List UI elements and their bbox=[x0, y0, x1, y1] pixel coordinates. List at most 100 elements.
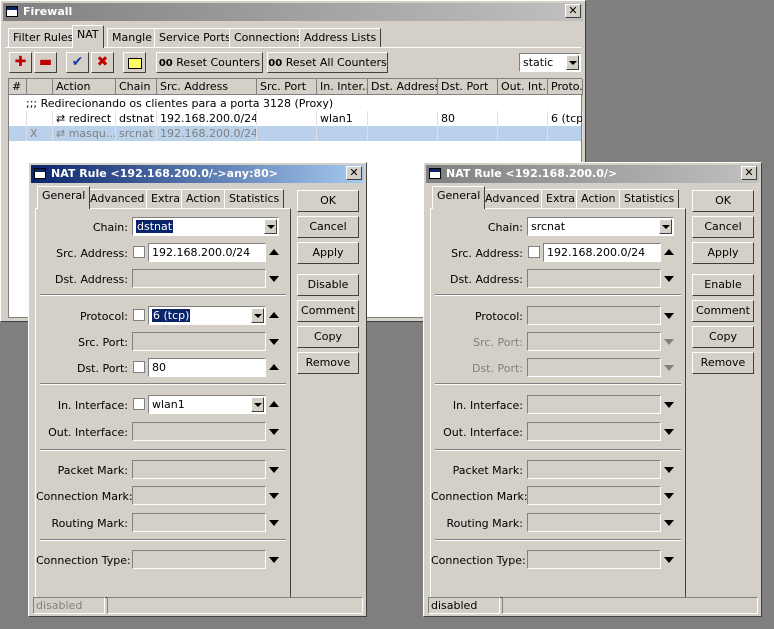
reset-all-counters-button[interactable]: 00 Reset All Counters bbox=[267, 52, 388, 73]
collapse-arrow-icon[interactable] bbox=[269, 249, 279, 255]
tab-extra[interactable]: Extra bbox=[541, 189, 581, 209]
table-row[interactable]: 1 X ⇄ masqu... srcnat 192.168.200.0/24 bbox=[9, 126, 583, 141]
dst-port-input[interactable]: 80 bbox=[148, 358, 266, 377]
dst-address-input[interactable] bbox=[527, 269, 661, 288]
close-icon[interactable]: ✕ bbox=[346, 166, 362, 180]
expand-arrow-icon[interactable] bbox=[269, 557, 279, 563]
collapse-arrow-icon[interactable] bbox=[269, 364, 279, 370]
reset-counters-button[interactable]: 00 Reset Counters bbox=[156, 52, 263, 73]
close-icon[interactable]: ✕ bbox=[741, 166, 757, 180]
dialog-left-titlebar[interactable]: NAT Rule <192.168.200.0/->any:80> ✕ bbox=[31, 165, 364, 183]
col-header-out-interface[interactable]: Out. Int... bbox=[498, 79, 548, 95]
expand-arrow-icon[interactable] bbox=[664, 402, 674, 408]
out-interface-input[interactable] bbox=[132, 422, 266, 441]
remove-button[interactable]: Remove bbox=[297, 352, 359, 374]
in-interface-input[interactable] bbox=[527, 395, 661, 414]
cancel-button[interactable]: Cancel bbox=[297, 216, 359, 238]
cancel-button[interactable]: Cancel bbox=[692, 216, 754, 238]
apply-button[interactable]: Apply bbox=[297, 242, 359, 264]
packet-mark-input[interactable] bbox=[132, 460, 266, 479]
protocol-negate-checkbox[interactable] bbox=[133, 309, 145, 321]
comment-note-icon[interactable] bbox=[123, 52, 146, 73]
filter-select[interactable]: static bbox=[519, 53, 581, 72]
src-address-input[interactable]: 192.168.200.0/24 bbox=[148, 243, 266, 262]
tab-action[interactable]: Action bbox=[576, 189, 621, 209]
tab-advanced[interactable]: Advanced bbox=[85, 189, 150, 209]
collapse-arrow-icon[interactable] bbox=[269, 401, 279, 407]
copy-button[interactable]: Copy bbox=[692, 326, 754, 348]
col-header-dst-address[interactable]: Dst. Address bbox=[368, 79, 438, 95]
dst-address-input[interactable] bbox=[132, 269, 266, 288]
src-address-negate-checkbox[interactable] bbox=[133, 246, 145, 258]
col-header-chain[interactable]: Chain bbox=[116, 79, 157, 95]
src-address-input[interactable]: 192.168.200.0/24 bbox=[543, 243, 661, 262]
col-header-dst-port[interactable]: Dst. Port bbox=[438, 79, 498, 95]
tab-service-ports[interactable]: Service Ports bbox=[154, 28, 236, 48]
tab-extra[interactable]: Extra bbox=[146, 189, 186, 209]
col-header-src-address[interactable]: Src. Address bbox=[157, 79, 257, 95]
expand-arrow-icon[interactable] bbox=[269, 493, 279, 499]
out-interface-input[interactable] bbox=[527, 422, 661, 441]
expand-arrow-icon[interactable] bbox=[269, 339, 279, 345]
in-interface-select[interactable]: wlan1 bbox=[148, 395, 266, 414]
src-port-input[interactable] bbox=[132, 332, 266, 351]
expand-arrow-icon[interactable] bbox=[269, 467, 279, 473]
comment-button[interactable]: Comment bbox=[692, 300, 754, 322]
connection-type-input[interactable] bbox=[132, 550, 266, 569]
protocol-input[interactable] bbox=[527, 306, 661, 325]
connection-mark-input[interactable] bbox=[132, 486, 266, 505]
src-address-negate-checkbox[interactable] bbox=[528, 246, 540, 258]
routing-mark-input[interactable] bbox=[527, 513, 661, 532]
chevron-down-icon[interactable] bbox=[566, 55, 579, 70]
expand-arrow-icon[interactable] bbox=[664, 557, 674, 563]
expand-arrow-icon[interactable] bbox=[269, 276, 279, 282]
remove-button[interactable]: Remove bbox=[692, 352, 754, 374]
ok-button[interactable]: OK bbox=[692, 190, 754, 212]
chevron-down-icon[interactable] bbox=[251, 308, 264, 323]
connection-mark-input[interactable] bbox=[527, 486, 661, 505]
tab-address-lists[interactable]: Address Lists bbox=[299, 28, 382, 48]
enable-check-icon[interactable]: ✔ bbox=[66, 52, 89, 73]
packet-mark-input[interactable] bbox=[527, 460, 661, 479]
col-header-flags[interactable] bbox=[27, 79, 53, 95]
tab-statistics[interactable]: Statistics bbox=[224, 189, 285, 209]
collapse-arrow-icon[interactable] bbox=[664, 249, 674, 255]
chain-select[interactable]: dstnat bbox=[132, 217, 279, 236]
col-header-in-interface[interactable]: In. Inter... bbox=[317, 79, 368, 95]
disable-x-icon[interactable]: ✖ bbox=[91, 52, 114, 73]
in-interface-negate-checkbox[interactable] bbox=[133, 398, 145, 410]
table-row[interactable]: 0 ⇄ redirect dstnat 192.168.200.0/24 wla… bbox=[9, 111, 583, 126]
tab-mangle[interactable]: Mangle bbox=[107, 28, 158, 48]
dst-port-negate-checkbox[interactable] bbox=[133, 361, 145, 373]
tab-general[interactable]: General bbox=[432, 186, 486, 209]
expand-arrow-icon[interactable] bbox=[664, 467, 674, 473]
enable-button[interactable]: Enable bbox=[692, 274, 754, 296]
col-header-protocol[interactable]: Proto... bbox=[548, 79, 583, 95]
add-icon[interactable]: ✚ bbox=[9, 52, 32, 73]
disable-button[interactable]: Disable bbox=[297, 274, 359, 296]
remove-icon[interactable]: ▬ bbox=[34, 52, 57, 73]
expand-arrow-icon[interactable] bbox=[269, 520, 279, 526]
tab-nat[interactable]: NAT bbox=[72, 25, 104, 48]
tab-statistics[interactable]: Statistics bbox=[619, 189, 680, 209]
chevron-down-icon[interactable] bbox=[659, 219, 672, 234]
protocol-select[interactable]: 6 (tcp) bbox=[148, 306, 266, 325]
routing-mark-input[interactable] bbox=[132, 513, 266, 532]
dialog-right-titlebar[interactable]: NAT Rule <192.168.200.0/> ✕ bbox=[426, 165, 759, 183]
collapse-arrow-icon[interactable] bbox=[269, 312, 279, 318]
tab-connections[interactable]: Connections bbox=[229, 28, 307, 48]
chain-select[interactable]: srcnat bbox=[527, 217, 674, 236]
expand-arrow-icon[interactable] bbox=[664, 313, 674, 319]
expand-arrow-icon[interactable] bbox=[664, 493, 674, 499]
chevron-down-icon[interactable] bbox=[251, 397, 264, 412]
apply-button[interactable]: Apply bbox=[692, 242, 754, 264]
close-icon[interactable]: ✕ bbox=[565, 4, 581, 18]
tab-action[interactable]: Action bbox=[181, 189, 226, 209]
col-header-num[interactable]: # bbox=[9, 79, 27, 95]
expand-arrow-icon[interactable] bbox=[664, 520, 674, 526]
firewall-titlebar[interactable]: Firewall ✕ bbox=[3, 3, 583, 21]
col-header-src-port[interactable]: Src. Port bbox=[257, 79, 317, 95]
col-header-action[interactable]: Action bbox=[53, 79, 116, 95]
expand-arrow-icon[interactable] bbox=[269, 429, 279, 435]
comment-button[interactable]: Comment bbox=[297, 300, 359, 322]
